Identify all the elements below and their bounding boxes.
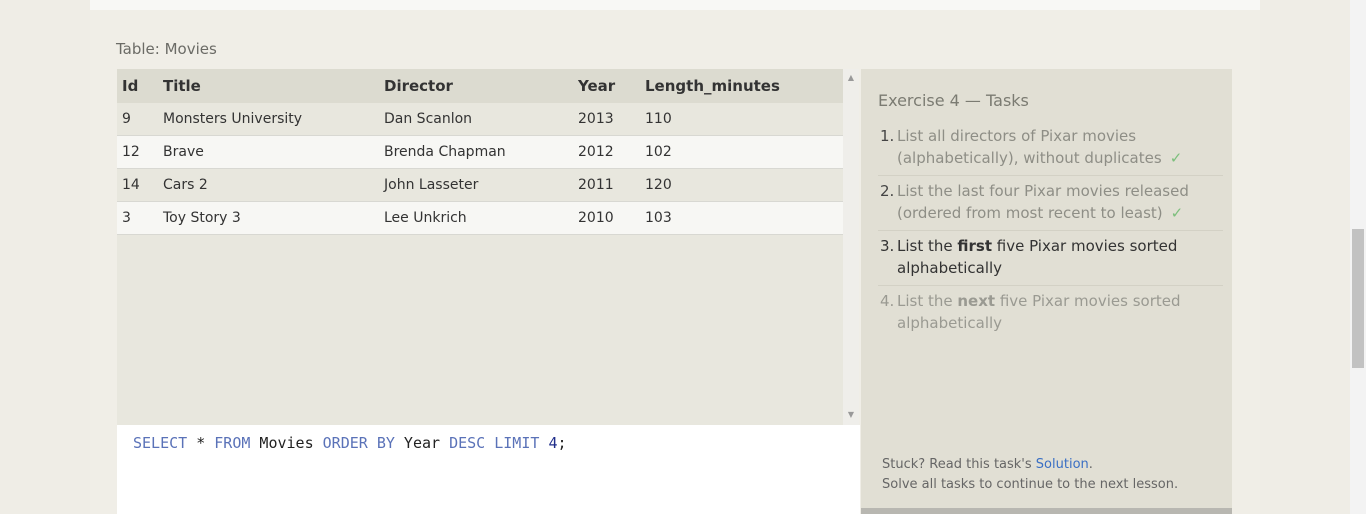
- stuck-prefix: Stuck? Read this task's: [882, 457, 1036, 472]
- cell-title: Cars 2: [163, 168, 384, 202]
- results-scrollbar[interactable]: ▲ ▼: [843, 69, 859, 425]
- task-number: 1.: [880, 127, 895, 145]
- stuck-suffix: .: [1088, 457, 1093, 472]
- sql-token: Movies: [250, 434, 323, 452]
- cell-id: 14: [117, 168, 163, 202]
- checkmark-icon: ✓: [1169, 149, 1183, 167]
- page-scrollbar[interactable]: [1350, 0, 1366, 514]
- cell-director: Lee Unkrich: [384, 201, 578, 235]
- sql-token: SELECT: [133, 434, 188, 452]
- task-item: 2. List the last four Pixar movies releas…: [878, 180, 1223, 231]
- table-row: 12 Brave Brenda Chapman 2012 102: [117, 135, 843, 169]
- cell-id: 12: [117, 135, 163, 169]
- task-text: List the last four Pixar movies released…: [897, 182, 1189, 222]
- table-row: 9 Monsters University Dan Scanlon 2013 1…: [117, 103, 843, 136]
- cell-director: Dan Scanlon: [384, 103, 578, 136]
- sql-editor[interactable]: SELECT * FROM Movies ORDER BY Year DESC …: [117, 425, 860, 514]
- tasks-panel: Exercise 4 — Tasks 1. List all directors …: [861, 69, 1232, 514]
- sql-token: LIMIT: [494, 434, 540, 452]
- sql-token: DESC: [449, 434, 486, 452]
- cell-length: 110: [645, 103, 843, 136]
- page-margin-left: [0, 0, 90, 514]
- sql-query-text[interactable]: SELECT * FROM Movies ORDER BY Year DESC …: [133, 434, 567, 452]
- cell-id: 3: [117, 201, 163, 235]
- task-text: List all directors of Pixar movies (alph…: [897, 127, 1162, 167]
- page-margin-right: [1260, 0, 1350, 514]
- sql-token: Year: [394, 434, 450, 452]
- cell-id: 9: [117, 103, 163, 136]
- results-table: Id Title Director Year Length_minutes 9 …: [117, 69, 843, 235]
- column-header-director: Director: [384, 69, 578, 103]
- cell-year: 2011: [578, 168, 645, 202]
- sql-token: FROM: [214, 434, 251, 452]
- cell-title: Toy Story 3: [163, 201, 384, 235]
- column-header-title: Title: [163, 69, 384, 103]
- task-number: 3.: [880, 237, 895, 255]
- table-header-row: Id Title Director Year Length_minutes: [117, 69, 843, 103]
- sql-token: ORDER BY: [322, 434, 395, 452]
- task-item: 1. List all directors of Pixar movies (al…: [878, 125, 1223, 176]
- table-caption: Table: Movies: [116, 40, 217, 58]
- task-item: 3. List the first five Pixar movies sorte…: [878, 235, 1223, 286]
- task-text: List the: [897, 237, 958, 255]
- sql-token: *: [187, 434, 215, 452]
- stuck-hint: Stuck? Read this task's Solution. Solve …: [882, 455, 1178, 495]
- sql-token: ;: [557, 434, 567, 452]
- task-emphasis: first: [957, 237, 992, 255]
- cell-length: 103: [645, 201, 843, 235]
- cell-year: 2012: [578, 135, 645, 169]
- table-row: 3 Toy Story 3 Lee Unkrich 2010 103: [117, 201, 843, 235]
- column-header-year: Year: [578, 69, 645, 103]
- cell-year: 2010: [578, 201, 645, 235]
- scroll-up-arrow-icon[interactable]: ▲: [843, 73, 859, 83]
- scroll-down-arrow-icon[interactable]: ▼: [843, 410, 859, 420]
- continue-text: Solve all tasks to continue to the next …: [882, 477, 1179, 492]
- task-number: 2.: [880, 182, 895, 200]
- tasks-bottom-bar: [861, 508, 1232, 514]
- checkmark-icon: ✓: [1170, 204, 1184, 222]
- page-scrollbar-thumb[interactable]: [1352, 229, 1364, 368]
- cell-title: Monsters University: [163, 103, 384, 136]
- task-item: 4. List the next five Pixar movies sorted…: [878, 290, 1223, 340]
- solution-link[interactable]: Solution: [1036, 457, 1089, 472]
- cell-title: Brave: [163, 135, 384, 169]
- cell-length: 102: [645, 135, 843, 169]
- task-text: List the: [897, 292, 958, 310]
- task-number: 4.: [880, 292, 895, 310]
- column-header-id: Id: [117, 69, 163, 103]
- cell-length: 120: [645, 168, 843, 202]
- table-row: 14 Cars 2 John Lasseter 2011 120: [117, 168, 843, 202]
- column-header-length: Length_minutes: [645, 69, 843, 103]
- task-emphasis: next: [957, 292, 996, 310]
- cell-director: Brenda Chapman: [384, 135, 578, 169]
- tasks-title: Exercise 4 — Tasks: [878, 91, 1029, 110]
- cell-year: 2013: [578, 103, 645, 136]
- results-table-panel: Id Title Director Year Length_minutes 9 …: [117, 69, 843, 425]
- card-top-strip: [90, 0, 1260, 10]
- task-list: 1. List all directors of Pixar movies (al…: [878, 125, 1223, 344]
- cell-director: John Lasseter: [384, 168, 578, 202]
